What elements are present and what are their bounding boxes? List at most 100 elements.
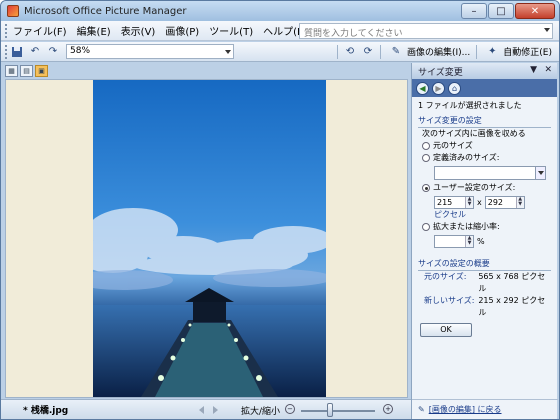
width-value: 215: [437, 198, 453, 207]
redo-icon[interactable]: ↷: [45, 44, 61, 60]
zoom-select[interactable]: 58%: [66, 44, 234, 59]
auto-correct-label: 自動修正(E): [503, 48, 552, 58]
edit-pictures-icon: ✎: [391, 46, 401, 57]
menu-edit[interactable]: 編集(E): [72, 23, 116, 38]
original-size-label: 元のサイズ:: [424, 272, 467, 281]
spin-arrows-icon[interactable]: ▲ ▼: [465, 236, 473, 247]
option-custom-size[interactable]: ユーザー設定のサイズ:: [422, 182, 551, 194]
task-pane-footer: ✎ [画像の編集] に戻る: [412, 399, 558, 419]
undo-icon[interactable]: ↶: [27, 44, 43, 60]
status-filename: * 桟橋.jpg: [23, 406, 69, 416]
single-view-icon[interactable]: ▣: [35, 65, 48, 77]
zoom-value: 58%: [70, 46, 91, 56]
picture-manager-icon: [7, 5, 19, 17]
view-toolbar: ▦ ▤ ▣: [5, 63, 407, 79]
toolbar-separator: [476, 44, 478, 59]
fit-label: 次のサイズ内に画像を収める: [422, 129, 526, 138]
zoom-out-icon[interactable]: −: [285, 404, 295, 414]
menu-bar: ファイル(F) 編集(E) 表示(V) 画像(P) ツール(T) ヘルプ(H) …: [1, 21, 559, 41]
spin-arrows-icon[interactable]: ▲ ▼: [515, 197, 524, 208]
auto-correct-icon: ✦: [488, 46, 497, 57]
back-to-edit-link[interactable]: [画像の編集] に戻る: [429, 404, 502, 415]
picture-canvas: [5, 79, 408, 398]
close-button[interactable]: ✕: [515, 3, 555, 19]
spin-arrows-icon[interactable]: ▲ ▼: [465, 197, 473, 208]
task-pane-title: サイズ変更: [418, 67, 463, 78]
height-value: 292: [487, 198, 504, 207]
title-bar: Microsoft Office Picture Manager – □ ✕: [1, 1, 559, 21]
task-pane-body: 1 ファイルが選択されました サイズ変更の設定 次のサイズ内に画像を収める 元の…: [412, 97, 557, 340]
original-size-row: 元のサイズ: 565 x 768 ピクセル: [424, 271, 551, 295]
forward-icon[interactable]: ▶: [432, 81, 445, 95]
new-size-row: 新しいサイズ: 215 x 292 ピクセル: [424, 295, 551, 319]
menu-tools[interactable]: ツール(T): [204, 23, 258, 38]
percent-symbol: %: [477, 236, 485, 246]
help-search-input[interactable]: 質問を入力してください: [299, 23, 553, 39]
app-window: Microsoft Office Picture Manager – □ ✕ フ…: [0, 0, 560, 420]
toolbar-separator: [337, 44, 338, 59]
new-size-label: 新しいサイズ:: [424, 296, 475, 305]
previous-icon[interactable]: [199, 406, 204, 414]
zoom-label: 拡大/縮小: [241, 407, 281, 417]
zoom-slider-thumb[interactable]: [327, 403, 333, 417]
predefined-size-select[interactable]: [434, 166, 546, 180]
zoom-in-icon[interactable]: +: [383, 404, 393, 414]
option-percent[interactable]: 拡大または縮小率:: [422, 221, 551, 233]
radio-custom-size[interactable]: [422, 184, 430, 192]
standard-toolbar: ↶ ↷ 58% ⟲ ⟳ ✎ 画像の編集(I)... ✦ 自動修正(E): [1, 42, 559, 62]
help-search-placeholder: 質問を入力してください: [304, 29, 403, 39]
pier-photo[interactable]: [93, 80, 326, 397]
option-label: 元のサイズ: [433, 141, 473, 150]
selected-info: 1 ファイルが選択されました: [418, 101, 522, 110]
chevron-down-icon[interactable]: [544, 28, 550, 32]
filmstrip-view-icon[interactable]: ▤: [20, 65, 33, 77]
radio-original-size[interactable]: [422, 142, 430, 150]
save-icon[interactable]: [9, 44, 25, 60]
toolbar-separator: [380, 44, 381, 59]
home-icon[interactable]: ⌂: [448, 81, 461, 95]
x-symbol: x: [477, 197, 482, 207]
menu-picture[interactable]: 画像(P): [160, 23, 204, 38]
option-label: 拡大または縮小率:: [433, 222, 500, 231]
option-predefined-size[interactable]: 定義済みのサイズ:: [422, 152, 551, 164]
menu-view[interactable]: 表示(V): [116, 23, 161, 38]
radio-predefined-size[interactable]: [422, 154, 430, 162]
chevron-down-icon[interactable]: ▼: [530, 65, 537, 75]
thumbnail-view-icon[interactable]: ▦: [5, 65, 18, 77]
percent-stepper[interactable]: ▲ ▼: [434, 235, 474, 248]
back-icon[interactable]: ◀: [416, 81, 429, 95]
custom-size-row: 215 ▲ ▼ x 292 ▲ ▼: [434, 196, 551, 209]
task-pane-header: サイズ変更 ▼ ✕: [412, 63, 557, 79]
summary-header: サイズの設定の概要: [418, 258, 551, 271]
minimize-button[interactable]: –: [461, 3, 487, 19]
toolbar-grip[interactable]: [5, 44, 8, 59]
edit-pictures-icon: ✎: [418, 405, 425, 414]
rotate-right-icon[interactable]: ⟳: [360, 44, 376, 60]
zoom-slider-track[interactable]: [301, 410, 375, 412]
option-label: 定義済みのサイズ:: [433, 153, 500, 162]
percent-row: ▲ ▼ %: [434, 235, 551, 248]
pixel-label: ピクセル: [434, 210, 466, 219]
rotate-left-icon[interactable]: ⟲: [342, 44, 358, 60]
width-stepper[interactable]: 215 ▲ ▼: [434, 196, 474, 209]
new-size-value: 215 x 292 ピクセル: [478, 296, 546, 317]
edit-pictures-button[interactable]: ✎ 画像の編集(I)...: [384, 44, 473, 60]
option-original-size[interactable]: 元のサイズ: [422, 140, 551, 152]
original-size-value: 565 x 768 ピクセル: [478, 272, 546, 293]
ok-button[interactable]: OK: [420, 323, 472, 337]
radio-percent[interactable]: [422, 223, 430, 231]
option-label: ユーザー設定のサイズ:: [433, 183, 516, 192]
close-icon[interactable]: ✕: [544, 65, 552, 75]
menu-file[interactable]: ファイル(F): [8, 23, 72, 38]
maximize-button[interactable]: □: [488, 3, 514, 19]
next-icon[interactable]: [213, 406, 218, 414]
auto-correct-button[interactable]: ✦ 自動修正(E): [480, 44, 555, 60]
window-title: Microsoft Office Picture Manager: [24, 5, 187, 17]
task-pane-nav: ◀ ▶ ⌂: [412, 79, 557, 97]
status-bar: * 桟橋.jpg 拡大/縮小 − +: [1, 399, 411, 419]
chevron-down-icon[interactable]: [535, 167, 545, 179]
resize-task-pane: サイズ変更 ▼ ✕ ◀ ▶ ⌂ 1 ファイルが選択されました サイズ変更の設定 …: [411, 63, 558, 419]
height-stepper[interactable]: 292 ▲ ▼: [484, 196, 525, 209]
settings-header: サイズ変更の設定: [418, 115, 551, 128]
chevron-down-icon: [225, 50, 231, 54]
